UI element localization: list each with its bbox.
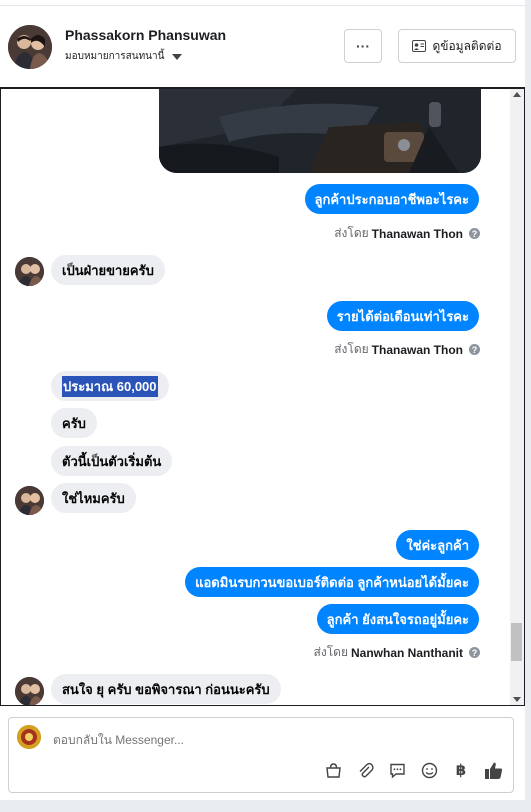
like-icon[interactable] bbox=[483, 760, 503, 780]
info-icon[interactable]: ? bbox=[469, 344, 480, 355]
caret-down-icon bbox=[172, 53, 183, 60]
page-avatar bbox=[17, 725, 41, 749]
payment-icon[interactable]: ฿ bbox=[451, 760, 471, 780]
selected-text: ประมาณ 60,000 bbox=[62, 375, 158, 397]
page-background bbox=[0, 800, 531, 812]
composer-toolbar: ฿ bbox=[323, 760, 503, 780]
scroll-down-arrow-icon[interactable] bbox=[513, 697, 521, 702]
reply-composer: ฿ bbox=[8, 717, 514, 793]
page-edge bbox=[525, 0, 531, 812]
more-options-button[interactable]: ··· bbox=[344, 29, 382, 63]
scroll-up-arrow-icon[interactable] bbox=[513, 92, 521, 97]
view-contact-button[interactable]: ดูข้อมูลติดต่อ bbox=[398, 29, 516, 63]
customer-avatar-small bbox=[15, 486, 44, 515]
info-icon[interactable]: ? bbox=[469, 647, 480, 658]
scrollbar[interactable] bbox=[510, 89, 524, 705]
scrollbar-thumb[interactable] bbox=[511, 623, 522, 661]
message-incoming[interactable]: ครับ bbox=[51, 408, 97, 438]
message-incoming[interactable]: ใช่ไหมครับ bbox=[51, 483, 136, 513]
sent-by-label: ส่งโดย Thanawan Thon ? bbox=[334, 340, 480, 359]
sent-by-name: Nanwhan Nanthanit bbox=[350, 645, 463, 660]
message-outgoing[interactable]: แอดมินรบกวนขอเบอร์ติดต่อ ลูกค้าหน่อยได้ม… bbox=[185, 567, 479, 597]
contact-card-icon bbox=[412, 40, 427, 52]
assign-conversation-dropdown[interactable]: มอบหมายการสนทนานี้ bbox=[65, 49, 183, 64]
message-incoming[interactable]: สนใจ ยุ ครับ ขอพิจารณา ก่อนนะครับ bbox=[51, 674, 281, 704]
message-outgoing[interactable]: ลูกค้าประกอบอาชีพอะไรคะ bbox=[304, 184, 479, 214]
view-contact-label: ดูข้อมูลติดต่อ bbox=[432, 38, 502, 53]
divider bbox=[0, 5, 531, 6]
message-outgoing[interactable]: ลูกค้า ยังสนใจรถอยู่มั้ยคะ bbox=[316, 604, 479, 634]
customer-avatar-small bbox=[15, 677, 44, 705]
sent-by-name: Thanawan Thon bbox=[371, 342, 463, 357]
more-options-label: ··· bbox=[356, 38, 370, 54]
sent-by-name: Thanawan Thon bbox=[371, 226, 463, 241]
reply-input[interactable] bbox=[53, 733, 353, 747]
sent-by-prefix: ส่งโดย bbox=[334, 342, 369, 356]
message-outgoing[interactable]: รายได้ต่อเดือนเท่าไรคะ bbox=[326, 301, 479, 331]
payment-symbol: ฿ bbox=[455, 762, 467, 779]
sent-by-label: ส่งโดย Thanawan Thon ? bbox=[334, 224, 480, 243]
info-icon[interactable]: ? bbox=[469, 228, 480, 239]
saved-reply-icon[interactable] bbox=[387, 760, 407, 780]
sent-by-prefix: ส่งโดย bbox=[313, 645, 348, 659]
customer-name[interactable]: Phassakorn Phansuwan bbox=[65, 27, 226, 43]
customer-avatar-small bbox=[15, 257, 44, 286]
sent-by-label: ส่งโดย Nanwhan Nanthanit ? bbox=[314, 643, 480, 662]
conversation-header: Phassakorn Phansuwan มอบหมายการสนทนานี้ … bbox=[0, 0, 531, 88]
message-incoming[interactable]: เป็นฝ่ายขายครับ bbox=[51, 255, 165, 285]
emoji-icon[interactable] bbox=[419, 760, 439, 780]
shared-photo[interactable] bbox=[159, 89, 481, 173]
message-thread[interactable]: ลูกค้าประกอบอาชีพอะไรคะ ส่งโดย Thanawan … bbox=[0, 87, 525, 706]
shop-icon[interactable] bbox=[323, 760, 343, 780]
sent-by-prefix: ส่งโดย bbox=[334, 226, 369, 240]
attachment-icon[interactable] bbox=[355, 760, 375, 780]
message-incoming[interactable]: ตัวนี้เป็นตัวเริ่มต้น bbox=[51, 446, 173, 476]
message-outgoing[interactable]: ใช่ค่ะลูกค้า bbox=[396, 530, 479, 560]
customer-avatar[interactable] bbox=[8, 25, 52, 69]
assign-label: มอบหมายการสนทนานี้ bbox=[65, 51, 165, 62]
message-incoming[interactable]: ประมาณ 60,000 bbox=[51, 371, 169, 401]
